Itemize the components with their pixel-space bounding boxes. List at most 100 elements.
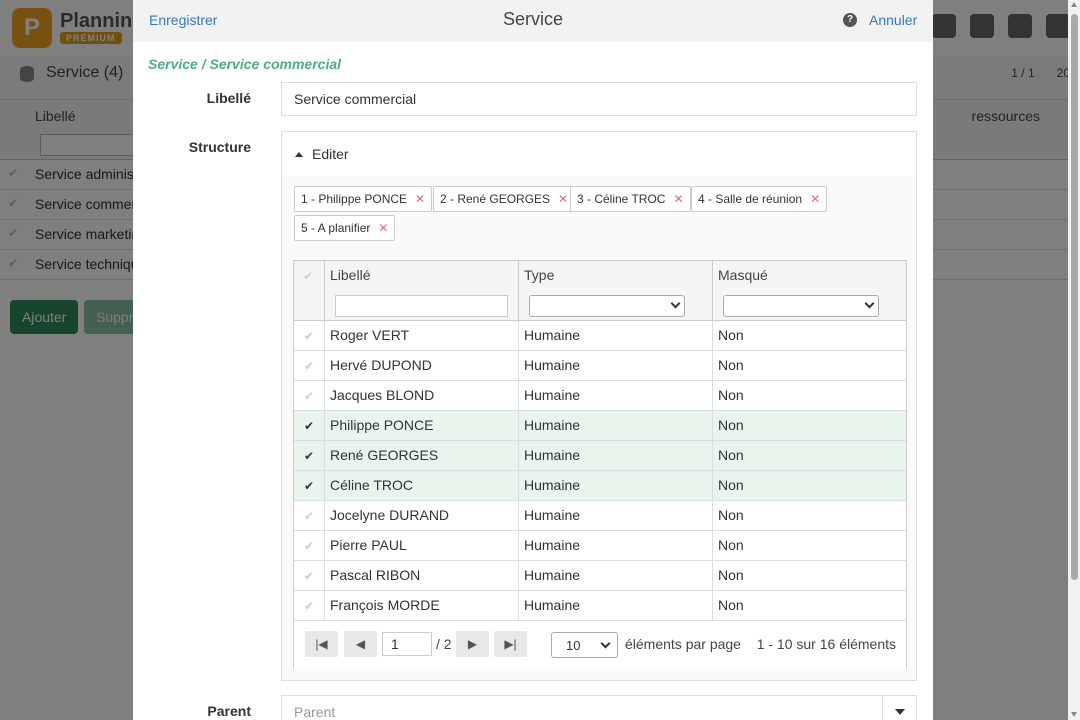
page-scrollbar[interactable] bbox=[1068, 0, 1080, 720]
next-page-icon: ▶ bbox=[467, 637, 478, 651]
cell-libelle: Céline TROC bbox=[324, 471, 518, 501]
selected-tag: 2 - René GEORGES ✕ bbox=[433, 186, 576, 212]
selected-tag: 4 - Salle de réunion ✕ bbox=[691, 186, 828, 212]
cell-libelle: Roger VERT bbox=[324, 321, 518, 351]
page-number-input[interactable] bbox=[382, 632, 432, 656]
table-row[interactable]: ✔ Pierre PAUL Humaine Non bbox=[294, 531, 906, 561]
tag-label: 5 - A planifier bbox=[301, 221, 371, 235]
remove-tag-icon[interactable]: ✕ bbox=[673, 192, 683, 206]
parent-label: Parent bbox=[207, 703, 251, 719]
chevron-down-icon bbox=[670, 298, 681, 309]
help-icon[interactable]: ? bbox=[843, 13, 857, 27]
table-row[interactable]: ✔ Philippe PONCE Humaine Non bbox=[294, 411, 906, 441]
cell-masque: Non bbox=[712, 471, 906, 501]
caret-up-icon bbox=[295, 152, 303, 157]
prev-page-button[interactable]: ◀ bbox=[344, 631, 377, 657]
grid-pager: |◀ ◀ / 2 ▶ ▶| 10 éléments par page 1 - 1… bbox=[294, 621, 906, 669]
column-label[interactable]: Type bbox=[524, 267, 554, 283]
cell-masque: Non bbox=[712, 591, 906, 621]
row-check-icon[interactable]: ✔ bbox=[304, 359, 314, 373]
cell-libelle: Philippe PONCE bbox=[324, 411, 518, 441]
editer-label: Editer bbox=[312, 146, 349, 162]
parent-select[interactable]: Parent bbox=[281, 695, 917, 720]
remove-tag-icon[interactable]: ✕ bbox=[558, 192, 568, 206]
tag-label: 4 - Salle de réunion bbox=[698, 192, 803, 206]
grid-header: ✔ Libellé Type Masqué bbox=[294, 261, 906, 321]
cell-libelle: Hervé DUPOND bbox=[324, 351, 518, 381]
prev-page-icon: ◀ bbox=[355, 637, 366, 651]
cell-masque: Non bbox=[712, 441, 906, 471]
type-filter-select[interactable] bbox=[529, 295, 685, 317]
cell-libelle: René GEORGES bbox=[324, 441, 518, 471]
row-check-icon[interactable]: ✔ bbox=[304, 569, 314, 583]
cell-libelle: Jacques BLOND bbox=[324, 381, 518, 411]
cell-masque: Non bbox=[712, 351, 906, 381]
structure-toggle[interactable]: Editer bbox=[282, 132, 916, 176]
first-page-icon: |◀ bbox=[315, 637, 328, 651]
modal-header: Service Enregistrer ? Annuler bbox=[133, 0, 933, 42]
remove-tag-icon[interactable]: ✕ bbox=[415, 192, 425, 206]
cell-masque: Non bbox=[712, 501, 906, 531]
cancel-button[interactable]: Annuler bbox=[869, 12, 917, 28]
first-page-button[interactable]: |◀ bbox=[305, 631, 338, 657]
table-row[interactable]: ✔ Jocelyne DURAND Humaine Non bbox=[294, 501, 906, 531]
remove-tag-icon[interactable]: ✕ bbox=[810, 192, 820, 206]
cell-type: Humaine bbox=[518, 531, 712, 561]
table-row[interactable]: ✔ Hervé DUPOND Humaine Non bbox=[294, 351, 906, 381]
masque-filter-select[interactable] bbox=[723, 295, 879, 317]
tag-label: 1 - Philippe PONCE bbox=[301, 192, 408, 206]
tag-label: 3 - Céline TROC bbox=[577, 192, 666, 206]
scroll-down-icon[interactable] bbox=[1071, 712, 1077, 717]
selected-tag: 5 - A planifier ✕ bbox=[294, 215, 396, 241]
cell-masque: Non bbox=[712, 561, 906, 591]
row-check-icon[interactable]: ✔ bbox=[304, 419, 314, 433]
libelle-input[interactable] bbox=[281, 82, 917, 116]
page-size-label: éléments par page bbox=[625, 636, 741, 652]
column-label[interactable]: Libellé bbox=[330, 267, 370, 283]
cell-type: Humaine bbox=[518, 351, 712, 381]
remove-tag-icon[interactable]: ✕ bbox=[378, 221, 388, 235]
structure-label: Structure bbox=[188, 139, 251, 155]
column-type: Type bbox=[518, 261, 712, 321]
cell-type: Humaine bbox=[518, 441, 712, 471]
table-row[interactable]: ✔ René GEORGES Humaine Non bbox=[294, 441, 906, 471]
table-row[interactable]: ✔ Jacques BLOND Humaine Non bbox=[294, 381, 906, 411]
selected-tag: 1 - Philippe PONCE ✕ bbox=[294, 186, 433, 212]
table-row[interactable]: ✔ Roger VERT Humaine Non bbox=[294, 321, 906, 351]
chevron-down-icon bbox=[600, 638, 611, 649]
column-label[interactable]: Masqué bbox=[718, 267, 768, 283]
row-check-icon[interactable]: ✔ bbox=[304, 479, 314, 493]
cell-type: Humaine bbox=[518, 501, 712, 531]
row-check-icon[interactable]: ✔ bbox=[304, 389, 314, 403]
parent-placeholder: Parent bbox=[294, 704, 336, 720]
structure-body: 1 - Philippe PONCE ✕ 2 - René GEORGES ✕ 3 … bbox=[282, 176, 916, 680]
row-check-icon[interactable]: ✔ bbox=[304, 539, 314, 553]
page-size-select[interactable]: 10 bbox=[551, 632, 618, 658]
resources-grid: ✔ Libellé Type Masqué ✔ Roger VERT Humaine… bbox=[293, 260, 907, 669]
table-row[interactable]: ✔ François MORDE Humaine Non bbox=[294, 591, 906, 621]
next-page-button[interactable]: ▶ bbox=[456, 631, 489, 657]
tag-label: 2 - René GEORGES bbox=[440, 192, 551, 206]
row-check-icon[interactable]: ✔ bbox=[304, 449, 314, 463]
scroll-up-icon[interactable] bbox=[1071, 2, 1077, 7]
save-button[interactable]: Enregistrer bbox=[149, 12, 217, 28]
last-page-button[interactable]: ▶| bbox=[494, 631, 527, 657]
row-check-icon[interactable]: ✔ bbox=[304, 329, 314, 343]
page-size-value: 10 bbox=[566, 638, 581, 653]
cell-libelle: Pascal RIBON bbox=[324, 561, 518, 591]
cell-libelle: François MORDE bbox=[324, 591, 518, 621]
select-all-check-icon[interactable]: ✔ bbox=[303, 269, 313, 283]
table-row[interactable]: ✔ Céline TROC Humaine Non bbox=[294, 471, 906, 501]
cell-masque: Non bbox=[712, 531, 906, 561]
parent-dropdown-button[interactable] bbox=[882, 696, 916, 720]
scrollbar-thumb[interactable] bbox=[1071, 14, 1078, 580]
cell-masque: Non bbox=[712, 381, 906, 411]
table-row[interactable]: ✔ Pascal RIBON Humaine Non bbox=[294, 561, 906, 591]
row-check-icon[interactable]: ✔ bbox=[304, 599, 314, 613]
row-check-icon[interactable]: ✔ bbox=[304, 509, 314, 523]
libelle-filter-input[interactable] bbox=[335, 295, 508, 317]
cell-masque: Non bbox=[712, 321, 906, 351]
cell-type: Humaine bbox=[518, 591, 712, 621]
structure-panel: Editer 1 - Philippe PONCE ✕ 2 - René GEOR… bbox=[281, 131, 917, 681]
libelle-label: Libellé bbox=[206, 90, 251, 106]
